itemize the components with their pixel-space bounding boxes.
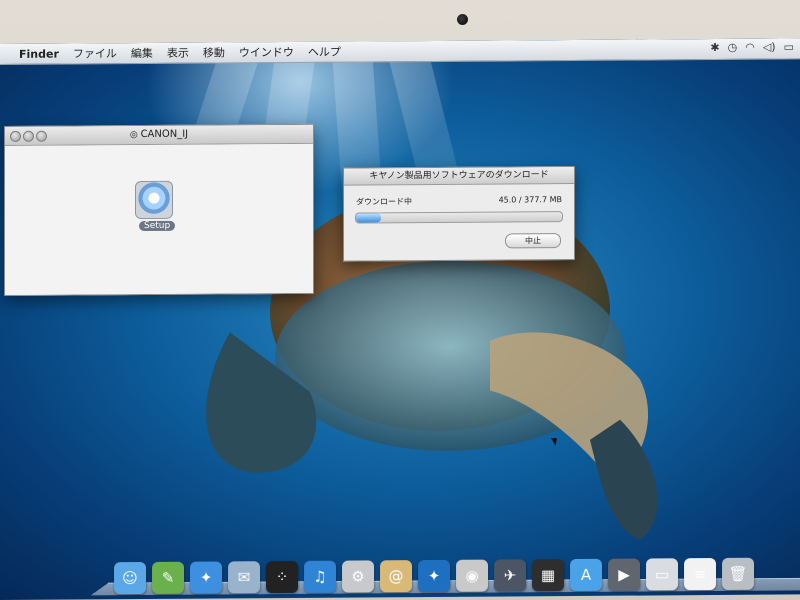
evernote-icon[interactable]: ✎ xyxy=(152,561,184,594)
download-status-label: ダウンロード中 xyxy=(356,197,412,207)
finder-titlebar[interactable]: ◎ CANON_IJ xyxy=(5,124,313,146)
launchpad-icon[interactable]: ✈ xyxy=(494,559,526,592)
download-progress-text: 45.0 / 377.7 MB xyxy=(498,195,562,205)
window-title: CANON_IJ xyxy=(140,128,189,141)
turtle-right-flipper xyxy=(590,419,658,540)
download-dialog[interactable]: キヤノン製品用ソフトウェアのダウンロード ダウンロード中 45.0 / 377.… xyxy=(343,165,575,262)
finder-window[interactable]: ◎ CANON_IJ Setup xyxy=(4,123,314,296)
menu-bar: Finder ファイル 編集 表示 移動 ウインドウ ヘルプ ✱ ◷ ◠ ◁) … xyxy=(0,38,800,65)
time-machine-icon[interactable]: ◷ xyxy=(728,41,738,54)
minimize-button[interactable] xyxy=(23,130,34,142)
itunes-icon[interactable]: ♫ xyxy=(304,560,336,593)
menu-window[interactable]: ウインドウ xyxy=(232,44,301,60)
volume-icon[interactable]: ◁) xyxy=(763,41,776,54)
document-icon[interactable]: ≡ xyxy=(684,558,716,591)
status-menu-icons: ✱ ◷ ◠ ◁) ▭ xyxy=(710,40,794,54)
blackberry-icon[interactable]: ⁘ xyxy=(266,560,298,594)
desktop[interactable]: Finder ファイル 編集 表示 移動 ウインドウ ヘルプ ✱ ◷ ◠ ◁) … xyxy=(0,38,800,600)
network-icon[interactable]: ⚙ xyxy=(342,560,374,593)
stop-button[interactable]: 中止 xyxy=(505,233,561,249)
disc-icon: ◎ xyxy=(129,130,141,141)
webcam xyxy=(457,14,468,25)
trash-icon[interactable]: 🗑 xyxy=(722,557,754,590)
facetime-icon[interactable]: ▶ xyxy=(608,558,640,591)
finder-icon[interactable]: ☺ xyxy=(114,561,146,595)
zoom-button[interactable] xyxy=(36,130,47,142)
finder-content[interactable]: Setup xyxy=(5,143,313,295)
preview-icon[interactable]: ✉ xyxy=(228,561,260,594)
download-progress-bar xyxy=(355,211,563,224)
menu-file[interactable]: ファイル xyxy=(66,45,124,61)
folder-icon[interactable]: ▭ xyxy=(646,558,678,591)
mission-control-icon[interactable]: ▦ xyxy=(532,559,564,592)
installer-disc-icon[interactable] xyxy=(135,180,173,220)
safari-icon[interactable]: ✦ xyxy=(418,559,450,593)
menu-go[interactable]: 移動 xyxy=(196,44,232,60)
app-store-icon[interactable]: A xyxy=(570,558,602,592)
dock: ☺ ✎ ✦ ✉ ⁘ ♫ ⚙ @ ✦ ◉ ✈ ▦ A ▶ ▭ ≡ 🗑 xyxy=(91,543,800,598)
progress-fill xyxy=(356,213,381,223)
menu-help[interactable]: ヘルプ xyxy=(301,44,348,60)
photo-booth-icon[interactable]: ◉ xyxy=(456,559,488,592)
wifi-icon[interactable]: ◠ xyxy=(745,41,755,54)
close-button[interactable] xyxy=(10,130,21,142)
battery-icon[interactable]: ▭ xyxy=(784,40,794,53)
safari-icon[interactable]: ✦ xyxy=(190,561,222,594)
menu-finder[interactable]: Finder xyxy=(12,47,66,60)
setup-file-label[interactable]: Setup xyxy=(139,220,176,232)
contacts-icon[interactable]: @ xyxy=(380,560,412,593)
menu-view[interactable]: 表示 xyxy=(160,45,196,61)
dialog-title: キヤノン製品用ソフトウェアのダウンロード xyxy=(344,166,574,186)
bluetooth-icon[interactable]: ✱ xyxy=(710,41,719,54)
menu-edit[interactable]: 編集 xyxy=(124,45,160,61)
